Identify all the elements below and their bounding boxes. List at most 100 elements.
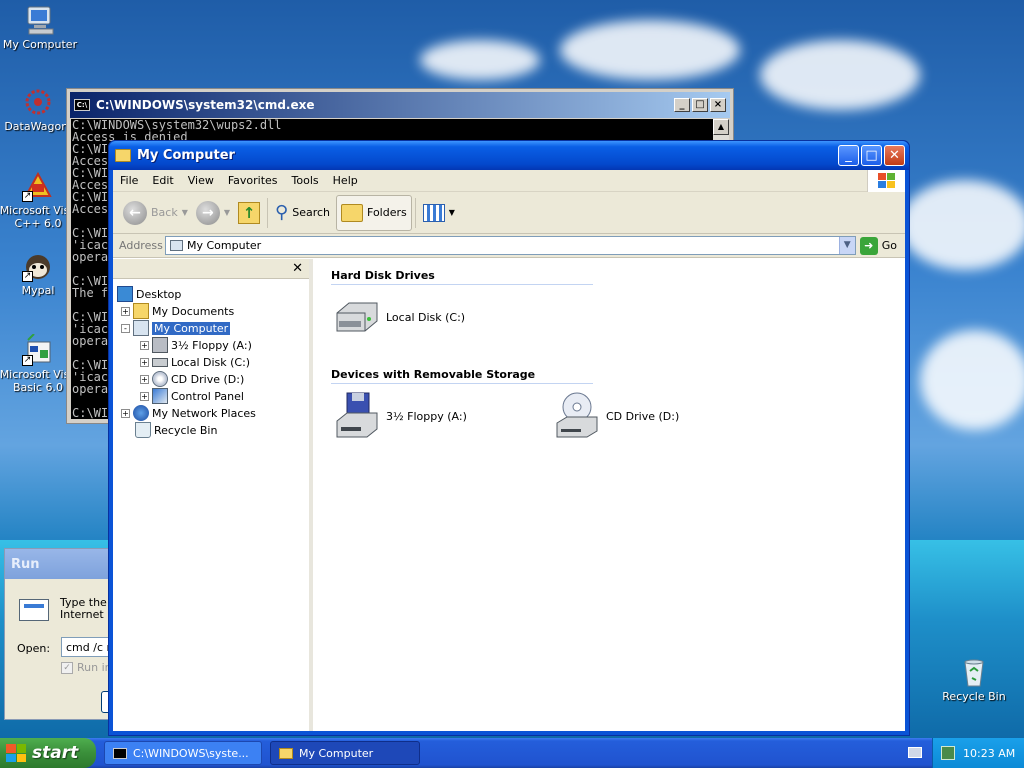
- back-button[interactable]: ← Back ▼: [119, 198, 192, 228]
- cmd-title: C:\WINDOWS\system32\cmd.exe: [96, 98, 315, 112]
- taskbar-item-cmd[interactable]: C:\WINDOWS\syste...: [104, 741, 262, 765]
- expand-icon[interactable]: +: [140, 340, 149, 350]
- group-header-removable-storage: Devices with Removable Storage: [331, 368, 593, 384]
- explorer-client-area: File Edit View Favorites Tools Help ← Ba…: [113, 170, 905, 731]
- group-header-hard-disk-drives: Hard Disk Drives: [331, 269, 593, 285]
- menu-view[interactable]: View: [181, 174, 221, 187]
- checkbox-icon: ✓: [61, 661, 73, 674]
- menu-bar: File Edit View Favorites Tools Help: [113, 170, 905, 192]
- tree-label: Local Disk (C:): [171, 355, 251, 369]
- explorer-window[interactable]: My Computer _ □ ✕ File Edit View Favorit…: [108, 140, 910, 736]
- tree-item-local-disk[interactable]: + Local Disk (C:): [140, 354, 250, 370]
- close-pane-icon[interactable]: ✕: [292, 261, 303, 276]
- chevron-down-icon: ▼: [223, 208, 231, 217]
- run-open-label: Open:: [17, 642, 51, 655]
- item-label: CD Drive (D:): [606, 410, 680, 423]
- cd-drive-icon: [553, 391, 601, 442]
- tree-item-control-panel[interactable]: + Control Panel: [140, 388, 244, 404]
- folder-icon: [279, 747, 293, 759]
- tree-item-my-computer[interactable]: - My Computer: [121, 320, 231, 336]
- tree-item-my-documents[interactable]: + My Documents: [121, 303, 234, 319]
- mypal-icon: ↗: [22, 250, 54, 282]
- visual-cpp-icon: ↗: [22, 170, 54, 202]
- close-button[interactable]: ✕: [884, 145, 905, 166]
- search-button[interactable]: ⚲ Search: [271, 199, 334, 226]
- chevron-down-icon: ▼: [448, 208, 455, 217]
- desktop-icon-recycle-bin[interactable]: Recycle Bin: [934, 656, 1014, 703]
- cmd-maximize-button[interactable]: □: [692, 98, 708, 112]
- tree-item-desktop[interactable]: Desktop: [117, 286, 181, 302]
- run-title: Run: [5, 549, 123, 579]
- taskbar-item-label: C:\WINDOWS\syste...: [133, 746, 249, 760]
- item-cd-drive[interactable]: CD Drive (D:): [553, 391, 679, 442]
- menu-edit[interactable]: Edit: [145, 174, 180, 187]
- taskbar-item-my-computer[interactable]: My Computer: [270, 741, 420, 765]
- expand-icon[interactable]: +: [121, 408, 130, 418]
- desktop-icon-label: Recycle Bin: [942, 690, 1006, 703]
- views-icon: [422, 203, 445, 222]
- windows-logo-icon: [867, 170, 905, 192]
- tree-label: Control Panel: [171, 389, 244, 403]
- cmd-icon: C:\: [74, 99, 90, 111]
- desktop-icon-my-computer[interactable]: My Computer: [0, 4, 80, 51]
- control-panel-icon: [152, 388, 168, 404]
- cmd-title-bar[interactable]: C:\ C:\WINDOWS\system32\cmd.exe _ □ ×: [70, 92, 730, 118]
- expand-icon[interactable]: +: [140, 374, 149, 384]
- minimize-button[interactable]: _: [838, 145, 859, 166]
- shortcut-arrow-icon: ↗: [22, 355, 33, 366]
- tree-item-floppy[interactable]: + 3½ Floppy (A:): [140, 337, 252, 353]
- keyboard-icon[interactable]: [908, 747, 922, 758]
- tree-label: Desktop: [136, 287, 182, 301]
- start-button[interactable]: start: [0, 738, 96, 768]
- item-floppy[interactable]: 3½ Floppy (A:): [333, 391, 467, 442]
- folders-pane-header: ✕: [113, 259, 309, 279]
- item-label: 3½ Floppy (A:): [386, 410, 467, 423]
- tree-item-network-places[interactable]: + My Network Places: [121, 405, 256, 421]
- run-dialog[interactable]: Run Type the n Internet re Open: cmd /c …: [4, 548, 141, 720]
- folders-button[interactable]: Folders: [336, 194, 412, 231]
- views-button[interactable]: ▼: [419, 201, 459, 225]
- hard-disk-icon: [333, 299, 381, 336]
- up-folder-button[interactable]: ↑: [234, 199, 264, 227]
- toolbar-separator: [414, 197, 416, 228]
- address-dropdown-icon[interactable]: ▼: [838, 237, 855, 254]
- recycle-bin-icon: [958, 656, 990, 688]
- network-places-icon: [133, 405, 149, 421]
- network-tray-icon[interactable]: [941, 746, 955, 760]
- back-label: Back: [151, 206, 178, 219]
- forward-arrow-icon: →: [195, 200, 220, 225]
- tree-label: My Computer: [152, 321, 231, 335]
- search-label: Search: [292, 206, 331, 219]
- forward-button[interactable]: → ▼: [192, 198, 234, 228]
- menu-tools[interactable]: Tools: [285, 174, 326, 187]
- recycle-bin-icon: [135, 422, 151, 438]
- address-input[interactable]: My Computer ▼: [165, 236, 856, 255]
- expand-icon[interactable]: +: [121, 306, 130, 316]
- address-value: My Computer: [187, 239, 262, 252]
- tree-item-recycle-bin[interactable]: Recycle Bin: [135, 422, 217, 438]
- standard-toolbar: ← Back ▼ → ▼ ↑ ⚲ Search Folders ▼: [113, 192, 905, 234]
- menu-help[interactable]: Help: [326, 174, 365, 187]
- maximize-button[interactable]: □: [861, 145, 882, 166]
- explorer-body: ✕ Desktop + My Documents - My Computer +…: [113, 259, 905, 731]
- scroll-up-arrow-icon[interactable]: ▲: [713, 119, 729, 135]
- clock[interactable]: 10:23 AM: [963, 747, 1015, 760]
- tree-item-cd-drive[interactable]: + CD Drive (D:): [140, 371, 244, 387]
- item-local-disk[interactable]: Local Disk (C:): [333, 299, 465, 336]
- hard-disk-icon: [152, 357, 168, 367]
- cmd-minimize-button[interactable]: _: [674, 98, 690, 112]
- go-button[interactable]: ➜ Go: [856, 236, 905, 255]
- item-label: Local Disk (C:): [386, 311, 466, 324]
- menu-file[interactable]: File: [113, 174, 145, 187]
- address-label: Address: [119, 239, 163, 252]
- expand-icon[interactable]: +: [140, 357, 149, 367]
- cd-drive-icon: [152, 371, 168, 387]
- tree-label: My Documents: [152, 304, 235, 318]
- collapse-icon[interactable]: -: [121, 323, 130, 333]
- cmd-close-button[interactable]: ×: [710, 98, 726, 112]
- explorer-title-bar[interactable]: My Computer: [109, 141, 909, 170]
- folders-icon: [341, 203, 364, 222]
- toolbar-separator: [267, 197, 269, 228]
- expand-icon[interactable]: +: [140, 391, 149, 401]
- menu-favorites[interactable]: Favorites: [221, 174, 285, 187]
